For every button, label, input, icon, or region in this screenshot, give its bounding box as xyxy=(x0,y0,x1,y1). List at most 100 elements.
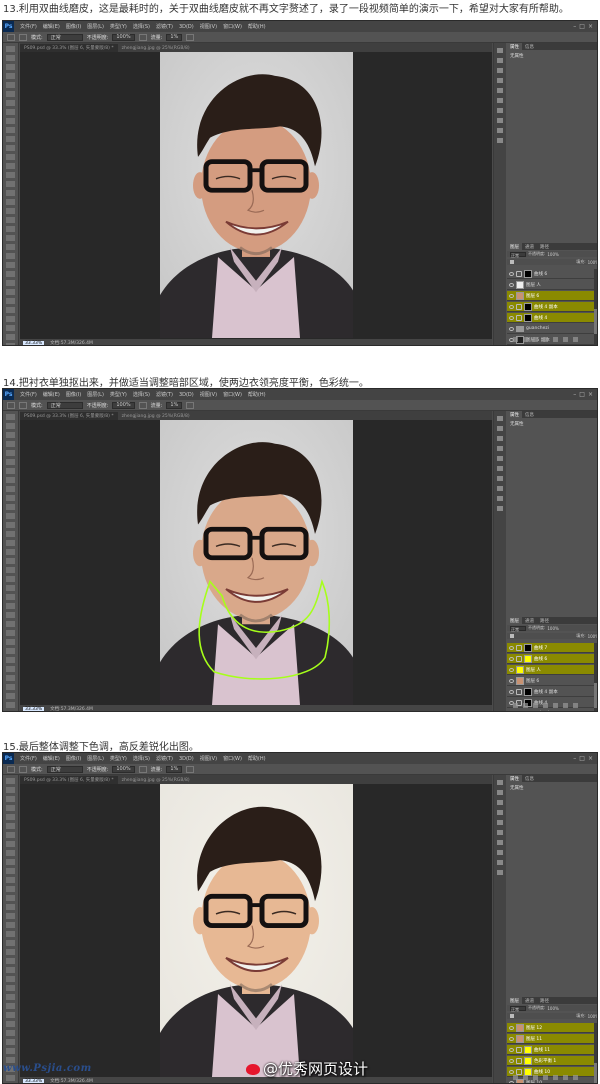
tool-icon[interactable] xyxy=(6,271,15,277)
brush-preset-icon[interactable] xyxy=(7,33,15,41)
tool-icon[interactable] xyxy=(6,958,15,964)
menu-item[interactable]: 类型(Y) xyxy=(107,23,130,30)
tool-icon[interactable] xyxy=(6,513,15,519)
menu-item[interactable]: 选择(S) xyxy=(130,755,153,762)
menu-item[interactable]: 图像(I) xyxy=(63,391,84,398)
tool-icon[interactable] xyxy=(6,985,15,991)
tool-icon[interactable] xyxy=(6,423,15,429)
tool-icon[interactable] xyxy=(6,657,15,663)
tool-icon[interactable] xyxy=(6,414,15,420)
tool-icon[interactable] xyxy=(6,55,15,61)
delete-layer-icon[interactable] xyxy=(573,1075,578,1080)
layer-row[interactable]: 图层 11 xyxy=(507,1034,597,1044)
menu-item[interactable]: 3D(D) xyxy=(176,756,197,762)
tool-icon[interactable] xyxy=(6,540,15,546)
menu-item[interactable]: 图像(I) xyxy=(63,755,84,762)
opacity-input[interactable]: 100% xyxy=(112,401,135,409)
tool-icon[interactable] xyxy=(6,567,15,573)
layer-row[interactable]: 曲线 11 xyxy=(507,1045,597,1055)
visibility-eye-icon[interactable] xyxy=(509,667,514,672)
tool-icon[interactable] xyxy=(6,814,15,820)
menu-item[interactable]: 类型(Y) xyxy=(107,755,130,762)
tool-icon[interactable] xyxy=(6,450,15,456)
document-canvas[interactable] xyxy=(160,52,353,338)
new-layer-icon[interactable] xyxy=(563,703,568,708)
tool-icon[interactable] xyxy=(6,594,15,600)
tool-icon[interactable] xyxy=(6,994,15,1000)
tool-icon[interactable] xyxy=(6,262,15,268)
layer-style-icon[interactable] xyxy=(523,1075,528,1080)
menu-item[interactable]: 窗口(W) xyxy=(220,391,245,398)
document-tab[interactable]: zhengjiang.jpg @ 25%(RGB/8) xyxy=(118,777,194,784)
maximize-icon[interactable]: □ xyxy=(579,23,585,30)
mode-select[interactable]: 正常 xyxy=(46,765,83,773)
airbrush-icon[interactable] xyxy=(186,765,195,773)
tool-icon[interactable] xyxy=(6,711,15,712)
tool-icon[interactable] xyxy=(6,163,15,169)
tool-icon[interactable] xyxy=(6,343,15,345)
pressure-opacity-icon[interactable] xyxy=(138,33,147,41)
tool-icon[interactable] xyxy=(6,913,15,919)
document-tab[interactable]: zhengjiang.jpg @ 25%(RGB/8) xyxy=(118,45,194,52)
canvas-area[interactable]: 33.33% 文档:57.3M/326.4M xyxy=(20,420,492,711)
tool-icon[interactable] xyxy=(6,118,15,124)
minimize-icon[interactable]: – xyxy=(573,391,576,398)
adjustment-layer-icon[interactable] xyxy=(543,337,548,342)
layer-row[interactable]: 图层 人 xyxy=(507,280,597,290)
layers-scrollbar[interactable] xyxy=(594,643,597,711)
layer-row[interactable]: 曲线 4 xyxy=(507,313,597,323)
tool-icon[interactable] xyxy=(6,639,15,645)
add-mask-icon[interactable] xyxy=(533,703,538,708)
tool-icon[interactable] xyxy=(6,298,15,304)
menu-item[interactable]: 图层(L) xyxy=(84,755,107,762)
tool-icon[interactable] xyxy=(6,886,15,892)
visibility-eye-icon[interactable] xyxy=(509,1080,514,1083)
menu-item[interactable]: 编辑(E) xyxy=(40,391,63,398)
menu-item[interactable]: 滤镜(T) xyxy=(153,755,176,762)
tool-icon[interactable] xyxy=(6,877,15,883)
tool-icon[interactable] xyxy=(6,495,15,501)
tool-icon[interactable] xyxy=(6,522,15,528)
tool-icon[interactable] xyxy=(6,895,15,901)
tool-icon[interactable] xyxy=(6,859,15,865)
tool-icon[interactable] xyxy=(6,796,15,802)
tool-icon[interactable] xyxy=(6,1003,15,1009)
menu-item[interactable]: 滤镜(T) xyxy=(153,391,176,398)
tool-icon[interactable] xyxy=(6,702,15,708)
menu-item[interactable]: 图像(I) xyxy=(63,23,84,30)
tool-icon[interactable] xyxy=(6,73,15,79)
document-canvas[interactable] xyxy=(160,420,353,705)
minimize-icon[interactable]: – xyxy=(573,23,576,30)
layer-style-icon[interactable] xyxy=(523,337,528,342)
tool-icon[interactable] xyxy=(6,666,15,672)
tool-icon[interactable] xyxy=(6,976,15,982)
layer-row[interactable]: 曲线 7 xyxy=(507,643,597,653)
tool-icon[interactable] xyxy=(6,244,15,250)
link-layers-icon[interactable] xyxy=(513,337,518,342)
tool-icon[interactable] xyxy=(6,325,15,331)
link-layers-icon[interactable] xyxy=(513,703,518,708)
menu-item[interactable]: 视图(V) xyxy=(197,391,220,398)
tool-icon[interactable] xyxy=(6,648,15,654)
menu-item[interactable]: 帮助(H) xyxy=(245,391,269,398)
tool-icon[interactable] xyxy=(6,280,15,286)
tool-icon[interactable] xyxy=(6,549,15,555)
tool-icon[interactable] xyxy=(6,558,15,564)
layers-scroll-thumb[interactable] xyxy=(594,309,597,334)
tool-icon[interactable] xyxy=(6,823,15,829)
menu-item[interactable]: 滤镜(T) xyxy=(153,23,176,30)
visibility-eye-icon[interactable] xyxy=(509,656,514,661)
tool-icon[interactable] xyxy=(6,504,15,510)
tool-icon[interactable] xyxy=(6,46,15,52)
zoom-level[interactable]: 33.33% xyxy=(23,340,45,345)
tool-icon[interactable] xyxy=(6,949,15,955)
tool-icon[interactable] xyxy=(6,289,15,295)
tool-icon[interactable] xyxy=(6,441,15,447)
menu-item[interactable]: 文件(F) xyxy=(17,755,40,762)
maximize-icon[interactable]: □ xyxy=(579,391,585,398)
layer-row[interactable]: 图层 12 xyxy=(507,1023,597,1033)
visibility-eye-icon[interactable] xyxy=(509,1036,514,1041)
menu-item[interactable]: 窗口(W) xyxy=(220,755,245,762)
flow-input[interactable]: 1% xyxy=(166,33,183,41)
visibility-eye-icon[interactable] xyxy=(509,645,514,650)
